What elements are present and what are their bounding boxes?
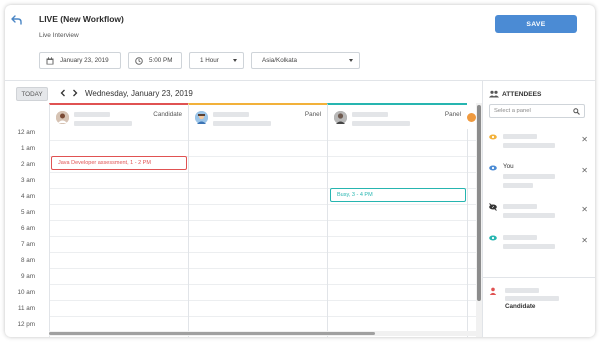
horizontal-scrollbar[interactable]: [49, 331, 476, 336]
hour-label: 11 am: [17, 305, 35, 312]
duration-select[interactable]: 1 Hour: [189, 52, 244, 69]
time-field[interactable]: 5:00 PM: [128, 52, 182, 69]
hour-label: 12 am: [17, 129, 35, 136]
hour-label: 9 am: [21, 273, 35, 280]
remove-attendee-button[interactable]: ✕: [581, 205, 588, 214]
hour-label: 8 am: [21, 257, 35, 264]
time-value: 5:00 PM: [149, 57, 173, 64]
event-java-assessment[interactable]: Java Developer assessment, 1 - 2 PM: [51, 156, 187, 170]
attendee-item: ✕: [489, 133, 592, 149]
attendee-item: You ✕: [489, 163, 592, 190]
page-subtitle: Live Interview: [39, 32, 79, 39]
attendee-item: ✕: [489, 203, 592, 219]
candidate-label: Candidate: [505, 303, 536, 310]
panel-search-input[interactable]: Select a panel: [489, 104, 585, 118]
timezone-value: Asia/Kolkata: [262, 57, 298, 64]
chevron-left-icon[interactable]: [59, 89, 67, 97]
attendees-heading: ATTENDEES: [489, 90, 541, 98]
hour-label: 3 am: [21, 177, 35, 184]
back-arrow-icon[interactable]: [11, 14, 23, 26]
hour-label: 5 am: [21, 209, 35, 216]
page-title: LIVE (New Workflow): [39, 14, 124, 24]
avatar: [334, 111, 347, 124]
avatar: [467, 113, 476, 122]
column-header-panel-1: Panel: [188, 103, 327, 129]
calendar: TODAY Wednesday, January 23, 2019 Candid…: [5, 81, 482, 337]
chevron-down-icon: [233, 59, 237, 62]
attendee-item: ✕: [489, 234, 592, 250]
column-header-candidate: Candidate: [49, 103, 188, 129]
attendee-name: You: [503, 163, 514, 170]
remove-attendee-button[interactable]: ✕: [581, 166, 588, 175]
hour-label: 1 am: [21, 145, 35, 152]
save-button[interactable]: SAVE: [495, 15, 577, 33]
column-role: Candidate: [153, 111, 182, 118]
eye-icon[interactable]: [489, 164, 497, 172]
eye-off-icon[interactable]: [489, 203, 497, 211]
remove-attendee-button[interactable]: ✕: [581, 236, 588, 245]
eye-icon[interactable]: [489, 234, 497, 242]
chevron-down-icon: [349, 59, 353, 62]
attendees-panel: ATTENDEES Select a panel ✕ You ✕ ✕ ✕ Can…: [482, 81, 595, 337]
event-busy[interactable]: Busy, 3 - 4 PM: [330, 188, 466, 202]
header: LIVE (New Workflow) Live Interview SAVE …: [5, 5, 595, 81]
hour-label: 4 am: [21, 193, 35, 200]
column-header-panel-2: Panel: [327, 103, 467, 129]
column-role: Panel: [444, 111, 461, 118]
user-icon: [489, 287, 497, 295]
hour-label: 2 am: [21, 161, 35, 168]
scheduler-window: LIVE (New Workflow) Live Interview SAVE …: [5, 5, 595, 337]
duration-value: 1 Hour: [200, 57, 219, 64]
hour-label: 7 am: [21, 241, 35, 248]
date-field[interactable]: January 23, 2019: [39, 52, 121, 69]
users-icon: [489, 90, 499, 98]
calendar-toolbar: TODAY Wednesday, January 23, 2019: [5, 81, 482, 103]
attendees-title: ATTENDEES: [502, 90, 542, 98]
eye-icon[interactable]: [489, 133, 497, 141]
hour-label: 6 am: [21, 225, 35, 232]
candidate-item: Candidate: [489, 287, 592, 317]
avatar: [56, 111, 69, 124]
calendar-icon: [46, 56, 54, 64]
avatar: [195, 111, 208, 124]
search-icon: [573, 108, 580, 115]
date-value: January 23, 2019: [60, 57, 109, 64]
chevron-right-icon[interactable]: [71, 89, 79, 97]
hour-label: 10 am: [17, 289, 35, 296]
time-grid: 12 am 1 am 2 am 3 am 4 am 5 am 6 am 7 am…: [5, 129, 476, 337]
hour-label: 12 pm: [17, 321, 35, 328]
remove-attendee-button[interactable]: ✕: [581, 135, 588, 144]
current-date-label: Wednesday, January 23, 2019: [85, 89, 193, 98]
column-role: Panel: [304, 111, 321, 118]
today-button[interactable]: TODAY: [16, 87, 48, 101]
clock-icon: [135, 56, 143, 65]
timezone-select[interactable]: Asia/Kolkata: [251, 52, 360, 69]
